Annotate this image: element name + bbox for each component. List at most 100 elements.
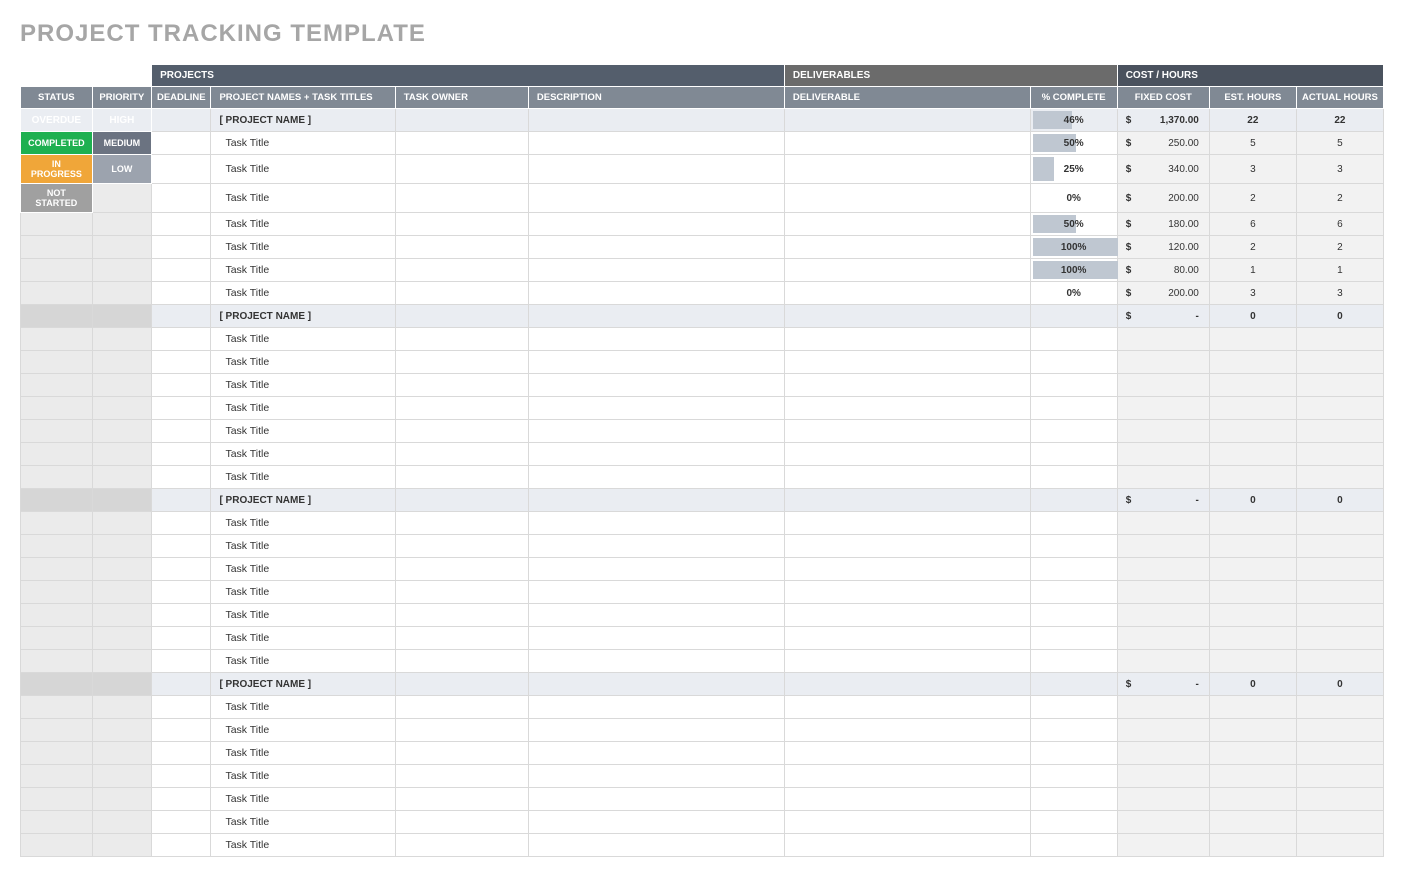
status-cell[interactable] xyxy=(21,328,93,351)
description-cell[interactable] xyxy=(528,236,784,259)
priority-cell[interactable] xyxy=(92,719,151,742)
deadline-cell[interactable] xyxy=(152,834,211,857)
description-cell[interactable] xyxy=(528,132,784,155)
description-cell[interactable] xyxy=(528,328,784,351)
deadline-cell[interactable] xyxy=(152,351,211,374)
priority-pill-high[interactable]: HIGH xyxy=(92,109,151,132)
status-cell[interactable] xyxy=(21,765,93,788)
description-cell[interactable] xyxy=(528,305,784,328)
actual-hours-cell[interactable] xyxy=(1296,397,1383,420)
deliverable-cell[interactable] xyxy=(784,282,1030,305)
fixed-cost-cell[interactable]: $80.00 xyxy=(1117,259,1209,282)
pct-complete-cell[interactable]: 0% xyxy=(1030,184,1117,213)
col-status[interactable]: STATUS xyxy=(21,87,93,109)
description-cell[interactable] xyxy=(528,650,784,673)
est-hours-cell[interactable] xyxy=(1209,351,1296,374)
description-cell[interactable] xyxy=(528,627,784,650)
deadline-cell[interactable] xyxy=(152,742,211,765)
actual-hours-cell[interactable] xyxy=(1296,420,1383,443)
description-cell[interactable] xyxy=(528,673,784,696)
deliverable-cell[interactable] xyxy=(784,604,1030,627)
priority-pill[interactable]: LOW xyxy=(92,155,151,184)
status-cell[interactable] xyxy=(21,512,93,535)
pct-complete-cell[interactable] xyxy=(1030,420,1117,443)
est-hours-cell[interactable]: 0 xyxy=(1209,489,1296,512)
actual-hours-cell[interactable]: 6 xyxy=(1296,213,1383,236)
actual-hours-cell[interactable] xyxy=(1296,765,1383,788)
task-title-cell[interactable]: Task Title xyxy=(211,512,395,535)
status-pill[interactable]: NOT STARTED xyxy=(21,184,93,213)
task-title-cell[interactable]: Task Title xyxy=(211,696,395,719)
status-cell[interactable] xyxy=(21,374,93,397)
priority-cell[interactable] xyxy=(92,765,151,788)
col-pct[interactable]: % COMPLETE xyxy=(1030,87,1117,109)
deliverable-cell[interactable] xyxy=(784,213,1030,236)
priority-cell[interactable] xyxy=(92,489,151,512)
status-cell[interactable] xyxy=(21,673,93,696)
deadline-cell[interactable] xyxy=(152,512,211,535)
actual-hours-cell[interactable] xyxy=(1296,466,1383,489)
deadline-cell[interactable] xyxy=(152,213,211,236)
deadline-cell[interactable] xyxy=(152,788,211,811)
status-cell[interactable] xyxy=(21,834,93,857)
priority-cell[interactable] xyxy=(92,535,151,558)
est-hours-cell[interactable] xyxy=(1209,420,1296,443)
est-hours-cell[interactable] xyxy=(1209,466,1296,489)
task-title-cell[interactable]: Task Title xyxy=(211,466,395,489)
est-hours-cell[interactable] xyxy=(1209,650,1296,673)
deadline-cell[interactable] xyxy=(152,132,211,155)
deliverable-cell[interactable] xyxy=(784,811,1030,834)
fixed-cost-cell[interactable] xyxy=(1117,443,1209,466)
deadline-cell[interactable] xyxy=(152,259,211,282)
deliverable-cell[interactable] xyxy=(784,765,1030,788)
description-cell[interactable] xyxy=(528,184,784,213)
task-owner-cell[interactable] xyxy=(395,184,528,213)
deadline-cell[interactable] xyxy=(152,604,211,627)
deadline-cell[interactable] xyxy=(152,466,211,489)
task-title-cell[interactable]: Task Title xyxy=(211,650,395,673)
status-cell[interactable] xyxy=(21,558,93,581)
task-title-cell[interactable]: Task Title xyxy=(211,397,395,420)
priority-cell[interactable] xyxy=(92,213,151,236)
deliverable-cell[interactable] xyxy=(784,109,1030,132)
fixed-cost-cell[interactable] xyxy=(1117,535,1209,558)
task-owner-cell[interactable] xyxy=(395,719,528,742)
pct-complete-cell[interactable] xyxy=(1030,811,1117,834)
priority-cell[interactable] xyxy=(92,184,151,213)
task-title-cell[interactable]: Task Title xyxy=(211,811,395,834)
actual-hours-cell[interactable] xyxy=(1296,742,1383,765)
pct-complete-cell[interactable] xyxy=(1030,374,1117,397)
status-cell[interactable] xyxy=(21,305,93,328)
fixed-cost-cell[interactable] xyxy=(1117,696,1209,719)
status-cell[interactable] xyxy=(21,443,93,466)
task-owner-cell[interactable] xyxy=(395,788,528,811)
est-hours-cell[interactable]: 22 xyxy=(1209,109,1296,132)
task-title-cell[interactable]: Task Title xyxy=(211,132,395,155)
deadline-cell[interactable] xyxy=(152,765,211,788)
actual-hours-cell[interactable] xyxy=(1296,627,1383,650)
est-hours-cell[interactable]: 0 xyxy=(1209,673,1296,696)
deliverable-cell[interactable] xyxy=(784,155,1030,184)
task-owner-cell[interactable] xyxy=(395,351,528,374)
description-cell[interactable] xyxy=(528,535,784,558)
fixed-cost-cell[interactable] xyxy=(1117,811,1209,834)
priority-cell[interactable] xyxy=(92,558,151,581)
task-owner-cell[interactable] xyxy=(395,627,528,650)
fixed-cost-cell[interactable]: $250.00 xyxy=(1117,132,1209,155)
description-cell[interactable] xyxy=(528,466,784,489)
description-cell[interactable] xyxy=(528,696,784,719)
status-cell[interactable] xyxy=(21,604,93,627)
pct-complete-cell[interactable] xyxy=(1030,650,1117,673)
col-deliverable[interactable]: DELIVERABLE xyxy=(784,87,1030,109)
pct-complete-cell[interactable] xyxy=(1030,765,1117,788)
deadline-cell[interactable] xyxy=(152,328,211,351)
description-cell[interactable] xyxy=(528,765,784,788)
pct-complete-cell[interactable]: 46% xyxy=(1030,109,1117,132)
actual-hours-cell[interactable] xyxy=(1296,604,1383,627)
task-owner-cell[interactable] xyxy=(395,259,528,282)
status-cell[interactable] xyxy=(21,213,93,236)
actual-hours-cell[interactable] xyxy=(1296,558,1383,581)
actual-hours-cell[interactable]: 0 xyxy=(1296,305,1383,328)
actual-hours-cell[interactable] xyxy=(1296,535,1383,558)
pct-complete-cell[interactable] xyxy=(1030,397,1117,420)
